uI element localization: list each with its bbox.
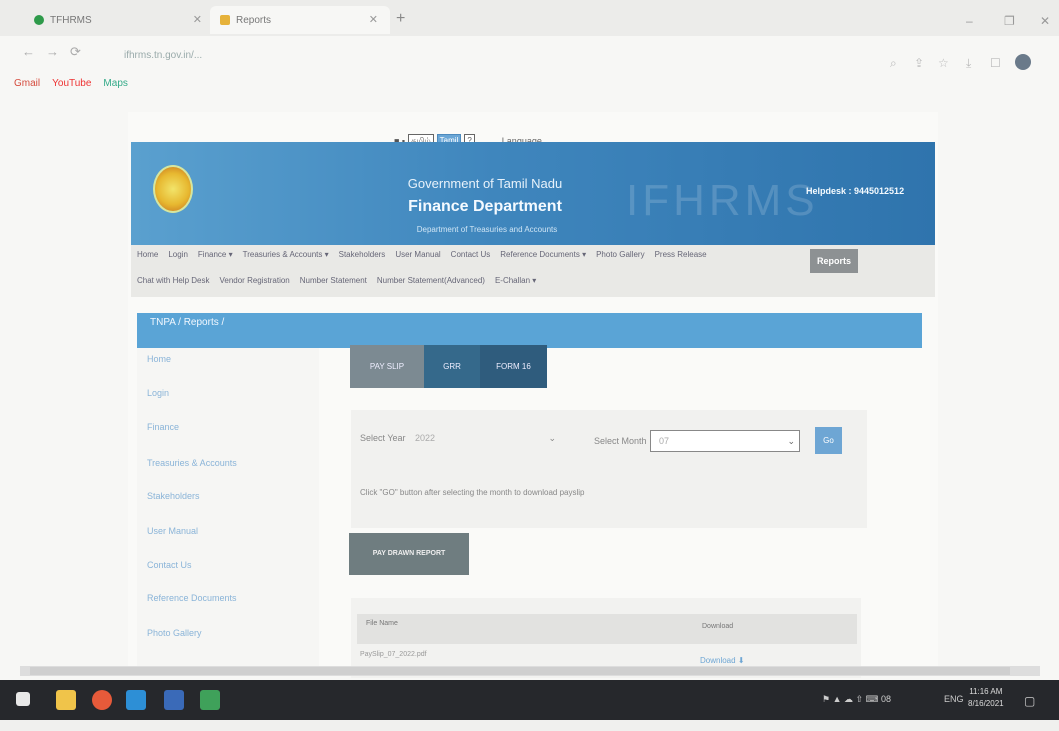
notification-icon[interactable]: ▢ — [1024, 694, 1035, 708]
brand-watermark: IFHRMS — [626, 176, 819, 225]
browser-window: TFHRMS ✕ Reports ✕ + – ❐ ✕ ← → ⟳ ifhrms.… — [0, 0, 1059, 680]
download-icon: ⬇ — [737, 656, 745, 665]
menu-item-home[interactable]: Home — [137, 250, 158, 259]
tab-title: Reports — [236, 14, 272, 26]
dept-title: Finance Department — [408, 198, 562, 215]
new-tab-button[interactable]: + — [396, 10, 405, 28]
sidebar-item-photo-gallery[interactable]: Photo Gallery — [147, 628, 202, 638]
tab-title: TFHRMS — [50, 14, 92, 26]
menu-row-1: Home Login Finance ▾ Treasuries & Accoun… — [137, 250, 707, 259]
chrome-icon[interactable] — [92, 690, 112, 710]
month-label: Select Month — [594, 436, 647, 446]
page-edge — [0, 720, 1059, 731]
year-value: 2022 — [415, 433, 436, 443]
minimize-icon[interactable]: – — [966, 14, 973, 28]
breadcrumb: TNPA / Reports / — [150, 317, 225, 328]
clock-time: 11:16 AM — [969, 687, 1003, 696]
bookmark-maps[interactable]: Maps — [103, 78, 127, 96]
tab-payslip[interactable]: PAY SLIP — [350, 345, 424, 388]
menu-row-2: Chat with Help Desk Vendor Registration … — [137, 276, 536, 285]
start-icon[interactable] — [16, 692, 30, 706]
table-header — [357, 614, 857, 644]
pay-drawn-report-button[interactable]: PAY DRAWN REPORT — [349, 533, 469, 575]
go-button[interactable]: Go — [815, 427, 842, 454]
sidebar-item-treasuries[interactable]: Treasuries & Accounts — [147, 458, 237, 468]
extensions-icon[interactable]: ☐ — [990, 56, 1001, 70]
download-link[interactable]: Download ⬇ — [700, 656, 745, 665]
menu-item-number-statement[interactable]: Number Statement — [300, 276, 367, 285]
sidebar-item-stakeholders[interactable]: Stakeholders — [147, 491, 200, 501]
word-icon[interactable] — [164, 690, 184, 710]
zoom-icon[interactable]: ⌕ — [890, 56, 897, 71]
helpdesk-number: Helpdesk : 9445012512 — [806, 186, 905, 196]
menu-item-treasuries[interactable]: Treasuries & Accounts ▾ — [243, 250, 329, 259]
tab-close-icon[interactable]: ✕ — [369, 13, 378, 26]
reload-icon[interactable]: ⟳ — [70, 44, 81, 60]
column-header-file: File Name — [366, 620, 398, 627]
menu-item-login[interactable]: Login — [168, 250, 188, 259]
sidebar-item-login[interactable]: Login — [147, 388, 169, 398]
download-icon[interactable]: ⤓ — [966, 56, 971, 71]
star-icon[interactable]: ☆ — [938, 56, 949, 70]
menu-item-reports[interactable]: Reports — [810, 249, 858, 273]
menu-item-contact[interactable]: Contact Us — [451, 250, 491, 259]
sidebar-item-contact[interactable]: Contact Us — [147, 560, 192, 570]
tab-ifhrms[interactable]: TFHRMS ✕ — [24, 6, 214, 34]
menu-item-finance[interactable]: Finance ▾ — [198, 250, 233, 259]
sidebar: Home Login Finance Treasuries & Accounts… — [137, 348, 319, 668]
menu-item-echallan[interactable]: E-Challan ▾ — [495, 276, 536, 285]
tab-grr[interactable]: GRR — [424, 345, 480, 388]
app-icon[interactable] — [126, 690, 146, 710]
table-cell-file: PaySlip_07_2022.pdf — [360, 651, 427, 658]
tab-reports[interactable]: Reports ✕ — [210, 6, 390, 34]
menu-item-reference-docs[interactable]: Reference Documents ▾ — [500, 250, 586, 259]
system-tray-icons[interactable]: ⚑ ▲ ☁ ⇧ ⌨ 08 — [822, 694, 891, 705]
language-indicator[interactable]: ENG — [944, 694, 964, 704]
back-icon[interactable]: ← — [22, 44, 35, 59]
tab-close-icon[interactable]: ✕ — [193, 13, 202, 26]
excel-icon[interactable] — [200, 690, 220, 710]
sidebar-item-user-manual[interactable]: User Manual — [147, 526, 198, 536]
bookmarks-bar: Gmail YouTube Maps — [14, 78, 128, 96]
maximize-icon[interactable]: ❐ — [1004, 14, 1015, 28]
menu-item-number-statement-advanced[interactable]: Number Statement(Advanced) — [377, 276, 485, 285]
menu-item-press-release[interactable]: Press Release — [655, 250, 707, 259]
download-label: Download — [700, 656, 736, 665]
bookmark-gmail[interactable]: Gmail — [14, 78, 40, 96]
profile-avatar[interactable] — [1015, 54, 1031, 70]
tab-form16[interactable]: FORM 16 — [480, 345, 547, 388]
form-hint: Click "GO" button after selecting the mo… — [360, 488, 585, 497]
clock-date: 8/16/2021 — [968, 699, 1004, 708]
sidebar-item-finance[interactable]: Finance — [147, 422, 179, 432]
site-favicon-icon — [34, 15, 44, 25]
sidebar-item-home[interactable]: Home — [147, 354, 171, 364]
file-explorer-icon[interactable] — [56, 690, 76, 710]
menu-item-stakeholders[interactable]: Stakeholders — [339, 250, 386, 259]
chevron-down-icon: ⌄ — [548, 433, 556, 443]
close-window-icon[interactable]: ✕ — [1040, 14, 1050, 28]
forward-icon[interactable]: → — [46, 44, 59, 59]
menu-item-vendor-registration[interactable]: Vendor Registration — [219, 276, 289, 285]
reports-favicon-icon — [220, 15, 230, 25]
column-header-download: Download — [702, 623, 734, 630]
menu-item-photo-gallery[interactable]: Photo Gallery — [596, 250, 644, 259]
month-value: 07 — [659, 436, 670, 446]
year-select[interactable]: 2022 ⌄ — [415, 427, 560, 449]
windows-taskbar — [0, 680, 1059, 720]
chevron-down-icon: ⌄ — [787, 436, 795, 446]
year-label: Select Year — [360, 433, 406, 443]
menu-item-chat[interactable]: Chat with Help Desk — [137, 276, 209, 285]
gov-title: Government of Tamil Nadu — [407, 176, 563, 191]
month-select[interactable]: 07 ⌄ — [650, 430, 800, 452]
scrollbar-thumb[interactable] — [30, 667, 1010, 675]
share-icon[interactable]: ⇪ — [914, 56, 924, 70]
sidebar-item-reference-docs[interactable]: Reference Documents — [147, 593, 237, 603]
menu-item-user-manual[interactable]: User Manual — [395, 250, 440, 259]
bookmark-youtube[interactable]: YouTube — [52, 78, 91, 96]
breadcrumb-bar — [137, 313, 922, 348]
sub-dept-title: Department of Treasuries and Accounts — [416, 225, 558, 234]
tn-emblem-icon — [153, 165, 193, 213]
clock[interactable]: 11:16 AM 8/16/2021 — [968, 686, 1004, 710]
address-bar[interactable]: ifhrms.tn.gov.in/... — [110, 44, 890, 68]
